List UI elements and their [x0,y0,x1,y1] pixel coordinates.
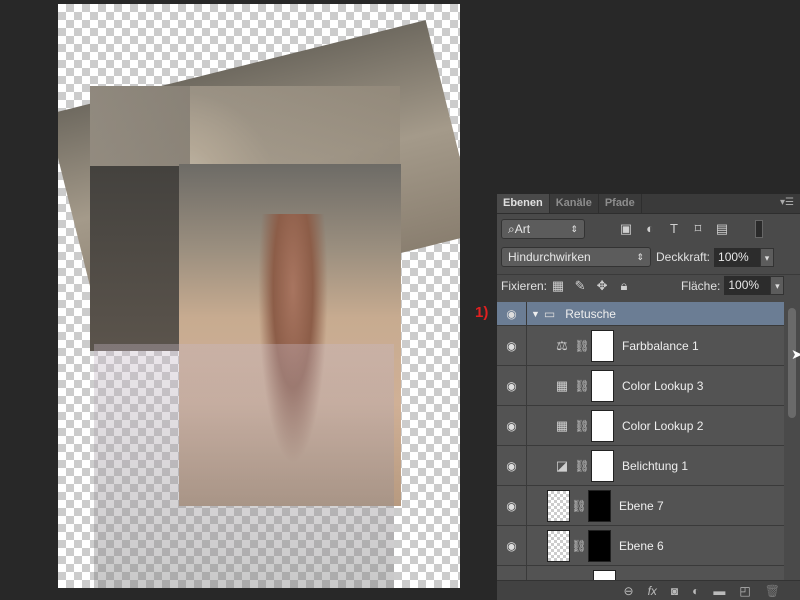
image-icon[interactable]: ▣ [615,221,637,237]
color-balance-icon: ⚖ [556,337,568,353]
updown-icon: ⇕ [570,223,578,234]
layer-partial[interactable] [497,566,784,580]
layer-mask-thumbnail [591,369,614,402]
mouse-cursor: ➤ [791,346,800,362]
eye-icon[interactable]: ◉ [497,406,527,445]
opacity-dropdown[interactable]: ▾ [760,247,775,267]
link-icon: ⛓ [574,418,590,433]
panel-tabs: Ebenen Kanäle Pfade ▾☰ [497,194,800,214]
lock-paint-icon[interactable]: ✎ [569,278,591,294]
fill-input[interactable]: 100% [724,276,771,295]
filter-select[interactable]: ⌕ Art ⇕ [501,219,585,239]
fill-label: Fläche: [681,278,721,293]
lock-transparency-icon[interactable]: ▦ [547,278,569,294]
filter-toggle[interactable] [755,220,763,238]
smart-object-icon[interactable]: ▤ [711,221,733,237]
layer-thumbnail [547,529,570,562]
updown-icon: ⇕ [636,251,644,262]
opacity-input[interactable]: 100% [714,247,761,267]
tab-kanaele[interactable]: Kanäle [550,194,599,213]
color-lookup-icon: ▦ [555,417,569,433]
layer-list: ◉ ▼ ▭ Retusche ◉ ⚖ ⛓ Farbbalance 1 ◉ ▦ ⛓… [497,302,784,580]
link-icon: ⛓ [571,498,587,513]
ghost-layer [94,344,394,588]
exposure-icon: ◪ [555,457,569,473]
eye-icon[interactable]: ◉ [497,302,527,325]
layer-farbbalance-1[interactable]: ◉ ⚖ ⛓ Farbbalance 1 [497,326,784,366]
layer-mask-thumbnail [593,569,616,580]
adjustment-icon[interactable]: ◐ [692,584,699,598]
eye-icon[interactable]: ◉ [497,486,527,525]
overlay-photo [90,86,400,166]
link-icon: ⛓ [574,378,590,393]
eye-icon[interactable]: ◉ [497,366,527,405]
link-icon[interactable]: ⊖ [624,584,634,598]
layer-ebene-7[interactable]: ◉ ⛓ Ebene 7 [497,486,784,526]
eye-icon[interactable]: ◉ [497,326,527,365]
panel-footer: ⊖ fx ◙ ◐ ▬ ◰ 🗑︎ [497,580,800,600]
scrollbar-thumb[interactable] [788,308,796,418]
eye-icon[interactable]: ◉ [497,526,527,565]
layer-group-retusche[interactable]: ◉ ▼ ▭ Retusche [497,302,784,326]
tab-ebenen[interactable]: Ebenen [497,194,550,213]
eye-icon[interactable]: ◉ [497,446,527,485]
new-layer-icon[interactable]: ◰ [739,584,750,598]
layer-ebene-6[interactable]: ◉ ⛓ Ebene 6 [497,526,784,566]
layers-panel: Ebenen Kanäle Pfade ▾☰ ⌕ Art ⇕ ▣ ◐ T ⌑ ▤ H… [497,194,800,600]
folder-icon[interactable]: ▬ [713,584,725,598]
annotation-marker: 1) [475,304,489,321]
layer-thumbnail [547,489,570,522]
fx-icon[interactable]: fx [648,584,657,598]
layer-mask-thumbnail [591,449,614,482]
search-icon: ⌕ [508,221,515,236]
tab-pfade[interactable]: Pfade [599,194,642,213]
lock-position-icon[interactable]: ✥ [591,278,613,294]
shape-icon[interactable]: ⌑ [687,221,709,237]
eye-column [497,566,527,580]
layer-mask-thumbnail [591,409,614,442]
link-icon: ⛓ [574,338,590,353]
link-icon: ⛓ [571,538,587,553]
panel-menu-icon[interactable]: ▾☰ [774,194,800,213]
layer-mask-thumbnail [588,489,611,522]
lock-label: Fixieren: [501,278,548,293]
adjustment-icon[interactable]: ◐ [639,221,661,237]
document-canvas[interactable] [58,4,460,588]
fill-dropdown[interactable]: ▾ [770,276,785,295]
mask-icon[interactable]: ◙ [671,584,678,598]
lock-all-icon[interactable]: 🔒︎ [613,278,635,294]
layer-belichtung-1[interactable]: ◉ ◪ ⛓ Belichtung 1 [497,446,784,486]
trash-icon[interactable]: 🗑︎ [765,584,780,598]
link-icon: ⛓ [574,458,590,473]
layer-mask-thumbnail [588,529,611,562]
layer-color-lookup-2[interactable]: ◉ ▦ ⛓ Color Lookup 2 [497,406,784,446]
layer-color-lookup-3[interactable]: ◉ ▦ ⛓ Color Lookup 3 [497,366,784,406]
color-lookup-icon: ▦ [555,377,569,393]
layers-scrollbar[interactable] [784,302,800,580]
expand-triangle-icon[interactable]: ▼ [531,309,540,319]
blend-mode-select[interactable]: Hindurchwirken ⇕ [501,247,651,267]
text-icon[interactable]: T [663,221,685,237]
folder-icon: ▭ [543,306,556,321]
layer-mask-thumbnail [591,329,614,362]
opacity-label: Deckkraft: [656,250,711,264]
